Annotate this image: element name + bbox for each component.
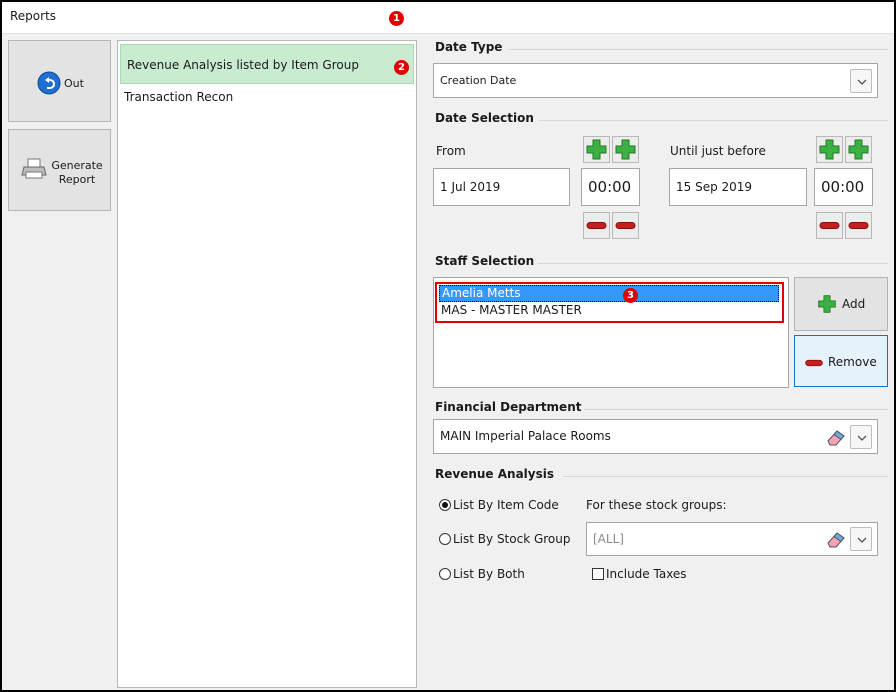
report-item-label: Transaction Recon (124, 90, 234, 104)
back-arrow-icon (37, 71, 61, 95)
annotation-marker-1: 1 (389, 11, 404, 26)
radio-label: List By Stock Group (453, 532, 571, 546)
group-divider (563, 476, 888, 477)
financial-department-value: MAIN Imperial Palace Rooms (440, 429, 611, 443)
stock-groups-dropdown[interactable]: [ALL] (586, 522, 878, 556)
from-date-minus-button[interactable] (583, 212, 610, 239)
staff-name: Amelia Metts (442, 286, 521, 300)
generate-label-line1: Generate (51, 159, 103, 172)
report-item-revenue-analysis[interactable]: Revenue Analysis listed by Item Group 2 (120, 44, 414, 84)
until-time-input[interactable]: 00:00 (814, 168, 873, 206)
radio-button (439, 568, 451, 580)
date-type-value: Creation Date (440, 74, 517, 87)
until-label: Until just before (670, 144, 766, 158)
group-divider (508, 49, 888, 50)
minus-icon (586, 222, 607, 229)
report-item-label: Revenue Analysis listed by Item Group (127, 58, 359, 72)
window-title: Reports (10, 9, 57, 23)
reports-window: Reports 1 Out Generate Report Revenue An… (0, 0, 896, 692)
out-button[interactable]: Out (8, 40, 111, 122)
group-divider (539, 120, 888, 121)
financial-department-group: Financial Department MAIN Imperial Palac… (426, 400, 892, 460)
staff-name: MAS - MASTER MASTER (441, 303, 582, 317)
staff-list[interactable]: Amelia Metts 3 MAS - MASTER MASTER (433, 277, 789, 388)
until-time-value: 00:00 (821, 178, 865, 196)
staff-list-item-selected[interactable]: Amelia Metts 3 (439, 285, 779, 303)
chevron-down-icon (857, 435, 867, 441)
report-item-transaction-recon[interactable]: Transaction Recon (118, 84, 416, 114)
financial-department-dropdown[interactable]: MAIN Imperial Palace Rooms (433, 419, 878, 454)
staff-selection-group: Staff Selection Amelia Metts 3 MAS - MAS… (426, 254, 892, 394)
financial-department-dropdown-arrow[interactable] (850, 425, 872, 449)
date-selection-group: Date Selection From 1 Jul 2019 00:00 Unt… (426, 111, 892, 247)
from-time-plus-button[interactable] (612, 136, 639, 163)
stock-groups-label: For these stock groups: (586, 498, 727, 512)
date-type-dropdown[interactable]: Creation Date (433, 63, 878, 98)
radio-label: List By Both (453, 567, 525, 581)
plus-icon (848, 139, 869, 160)
remove-staff-button[interactable]: Remove (794, 335, 888, 387)
radio-list-by-stock-group[interactable]: List By Stock Group (439, 532, 579, 548)
date-type-dropdown-arrow[interactable] (850, 69, 872, 93)
include-taxes-label: Include Taxes (606, 567, 687, 581)
printer-icon (21, 158, 47, 179)
title-bar: Reports 1 (2, 2, 894, 34)
date-selection-title: Date Selection (435, 111, 534, 125)
until-date-plus-button[interactable] (816, 136, 843, 163)
minus-icon (805, 359, 823, 367)
revenue-analysis-title: Revenue Analysis (435, 467, 555, 481)
generate-report-button[interactable]: Generate Report (8, 129, 111, 211)
radio-list-by-both[interactable]: List By Both (439, 567, 579, 583)
remove-staff-label: Remove (828, 355, 877, 369)
until-time-plus-button[interactable] (845, 136, 872, 163)
add-staff-button[interactable]: Add (794, 277, 888, 331)
radio-list-by-item-code[interactable]: List By Item Code (439, 498, 579, 514)
from-time-input[interactable]: 00:00 (581, 168, 640, 206)
from-label: From (436, 144, 466, 158)
date-type-title: Date Type (435, 40, 503, 54)
minus-icon (819, 222, 840, 229)
plus-icon (819, 139, 840, 160)
annotation-marker-2: 2 (394, 60, 409, 75)
staff-selection-title: Staff Selection (435, 254, 535, 268)
out-button-label: Out (64, 77, 84, 90)
until-time-minus-button[interactable] (845, 212, 872, 239)
radio-label: List By Item Code (453, 498, 559, 512)
generate-label-line2: Report (58, 173, 96, 186)
radio-button (439, 533, 451, 545)
chevron-down-icon (857, 79, 867, 85)
from-date-value: 1 Jul 2019 (440, 180, 501, 194)
stock-groups-value: [ALL] (593, 532, 624, 546)
until-date-value: 15 Sep 2019 (676, 180, 753, 194)
plus-icon (615, 139, 636, 160)
from-time-minus-button[interactable] (612, 212, 639, 239)
from-date-input[interactable]: 1 Jul 2019 (433, 168, 570, 206)
add-staff-label: Add (842, 297, 866, 311)
revenue-analysis-group: Revenue Analysis List By Item Code List … (426, 467, 892, 599)
plus-icon (818, 295, 836, 313)
group-divider (584, 409, 888, 410)
stock-groups-dropdown-arrow[interactable] (850, 527, 872, 551)
annotation-marker-3: 3 (623, 288, 638, 303)
until-date-input[interactable]: 15 Sep 2019 (669, 168, 807, 206)
eraser-icon[interactable] (825, 427, 847, 447)
report-list: Revenue Analysis listed by Item Group 2 … (117, 40, 417, 688)
include-taxes-checkbox[interactable]: Include Taxes (592, 567, 712, 583)
date-type-group: Date Type Creation Date (426, 40, 892, 105)
radio-button (439, 499, 451, 511)
checkbox-box (592, 568, 604, 580)
from-date-plus-button[interactable] (583, 136, 610, 163)
until-date-minus-button[interactable] (816, 212, 843, 239)
from-time-value: 00:00 (588, 178, 632, 196)
group-divider (538, 263, 888, 264)
financial-department-title: Financial Department (435, 400, 582, 414)
chevron-down-icon (857, 537, 867, 543)
plus-icon (586, 139, 607, 160)
eraser-icon[interactable] (825, 529, 847, 549)
minus-icon (615, 222, 636, 229)
minus-icon (848, 222, 869, 229)
staff-list-item[interactable]: MAS - MASTER MASTER (439, 303, 779, 320)
